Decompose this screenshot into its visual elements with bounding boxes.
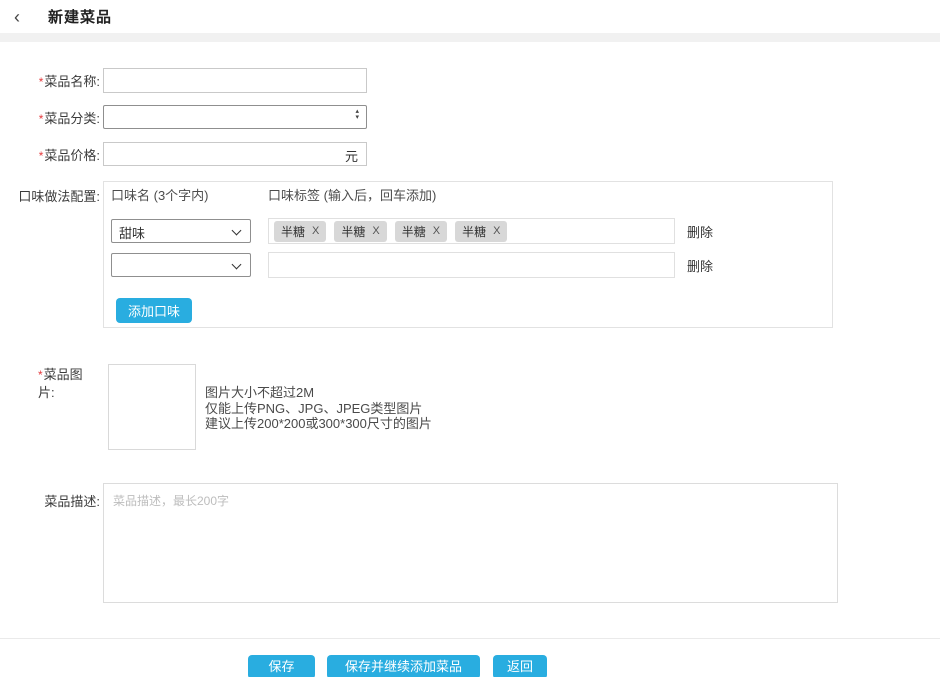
flavor-row-2: 删除	[111, 252, 822, 278]
image-hint-size: 图片大小不超过2M	[205, 385, 315, 400]
delete-flavor-row-1[interactable]: 删除	[687, 222, 713, 241]
footer-actions: 保存 保存并继续添加菜品 返回	[0, 639, 940, 677]
flavor-tags-input-1[interactable]: 半糖 X 半糖 X 半糖 X 半糖 X	[268, 218, 675, 244]
dish-description-row: 菜品描述:	[0, 483, 940, 603]
tag-remove-icon[interactable]: X	[312, 225, 319, 237]
dish-category-select[interactable]: ▴ ▾	[103, 105, 367, 129]
header-divider-band	[0, 33, 940, 42]
dish-category-label: *菜品分类:	[38, 110, 100, 126]
tag-remove-icon[interactable]: X	[433, 225, 440, 237]
dish-description-label: 菜品描述:	[44, 494, 100, 509]
price-unit-suffix: 元	[344, 149, 358, 164]
return-button[interactable]: 返回	[493, 655, 547, 677]
flavor-config-label: 口味做法配置:	[18, 189, 100, 204]
back-chevron-icon[interactable]: ‹	[14, 8, 34, 26]
dish-name-label: *菜品名称:	[38, 74, 100, 89]
image-hint-types: 仅能上传PNG、JPG、JPEG类型图片	[205, 400, 423, 416]
dish-image-label: *菜品图片:	[38, 367, 83, 400]
chevron-down-icon	[231, 259, 242, 270]
dish-description-textarea[interactable]	[103, 483, 838, 603]
flavor-tag-text-input-1[interactable]	[515, 221, 669, 241]
flavor-name-select-2[interactable]	[111, 253, 251, 277]
add-flavor-button[interactable]: 添加口味	[116, 298, 193, 323]
save-button[interactable]: 保存	[248, 655, 315, 677]
new-dish-page: ‹ 新建菜品 *菜品名称: *菜品分类: ▴ ▾ *菜品价格: 元 口味做法配置…	[0, 0, 940, 677]
delete-flavor-row-2[interactable]: 删除	[687, 256, 713, 275]
flavor-name-selected-2	[112, 254, 250, 257]
flavor-name-select-1[interactable]: 甜味	[111, 219, 251, 243]
flavor-tag: 半糖 X	[334, 220, 387, 242]
select-updown-icon: ▴ ▾	[355, 108, 359, 121]
dish-name-row: *菜品名称:	[0, 68, 940, 93]
required-mark: *	[38, 148, 44, 163]
flavor-tags-header: 口味标签 (输入后，回车添加)	[268, 188, 437, 203]
dish-price-input[interactable]	[103, 142, 367, 166]
flavor-tag: 半糖 X	[455, 220, 508, 242]
required-mark: *	[38, 368, 43, 382]
dish-name-input[interactable]	[103, 68, 367, 93]
flavor-column-headers: 口味名 (3个字内) 口味标签 (输入后，回车添加)	[111, 187, 822, 204]
dish-category-row: *菜品分类: ▴ ▾	[0, 105, 940, 129]
image-upload-hints: 图片大小不超过2M 仅能上传PNG、JPG、JPEG类型图片 建议上传200*2…	[205, 364, 432, 432]
flavor-tag-text-input-2[interactable]	[274, 255, 669, 275]
tag-remove-icon[interactable]: X	[493, 225, 500, 237]
image-hint-dimensions: 建议上传200*200或300*300尺寸的图片	[205, 416, 432, 431]
image-upload-box[interactable]	[108, 364, 196, 450]
dish-price-label: *菜品价格:	[38, 147, 100, 163]
page-header: ‹ 新建菜品	[0, 0, 940, 33]
flavor-tags-input-2[interactable]	[268, 252, 675, 278]
flavor-name-header: 口味名 (3个字内)	[111, 188, 209, 203]
flavor-config-row: 口味做法配置: 口味名 (3个字内) 口味标签 (输入后，回车添加) 甜味 半糖…	[0, 181, 940, 328]
tag-remove-icon[interactable]: X	[372, 225, 379, 237]
page-title: 新建菜品	[48, 9, 113, 26]
required-mark: *	[38, 75, 44, 89]
flavor-name-selected-1: 甜味	[119, 226, 146, 241]
dish-image-row: *菜品图片: 图片大小不超过2M 仅能上传PNG、JPG、JPEG类型图片 建议…	[0, 364, 940, 450]
required-mark: *	[38, 111, 44, 126]
save-and-continue-button[interactable]: 保存并继续添加菜品	[327, 655, 480, 677]
flavor-config-panel: 口味名 (3个字内) 口味标签 (输入后，回车添加) 甜味 半糖 X 半糖 X 半糖…	[103, 181, 833, 328]
flavor-row-1: 甜味 半糖 X 半糖 X 半糖 X 半糖 X 删除	[111, 218, 822, 244]
flavor-tag: 半糖 X	[394, 220, 448, 242]
dish-price-row: *菜品价格: 元	[0, 142, 940, 166]
flavor-tag: 半糖 X	[274, 220, 327, 242]
dish-form: *菜品名称: *菜品分类: ▴ ▾ *菜品价格: 元 口味做法配置: 口味名 (…	[0, 42, 940, 603]
